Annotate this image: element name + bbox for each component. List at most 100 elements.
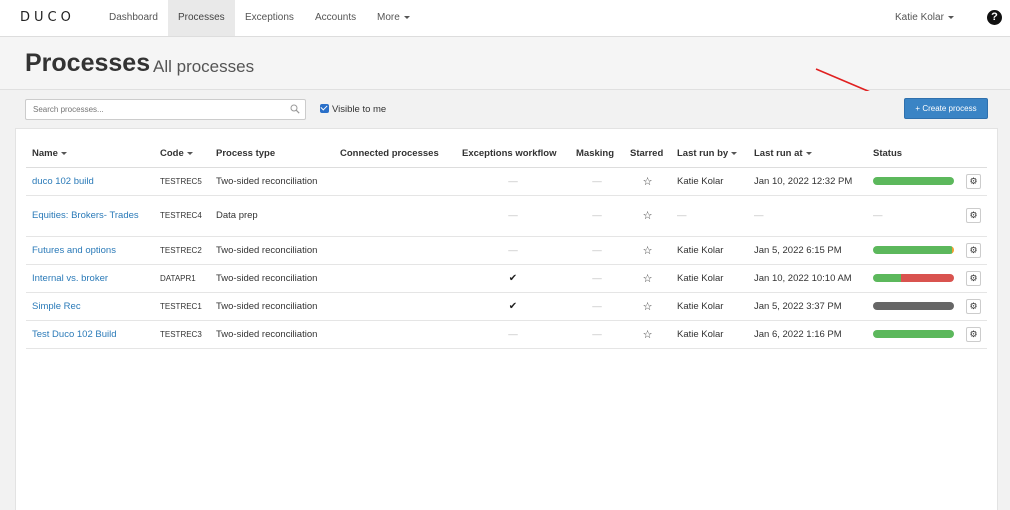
toolbar: Visible to me xyxy=(0,91,1010,128)
nav-accounts[interactable]: Accounts xyxy=(305,0,366,36)
connected-processes xyxy=(334,236,456,265)
user-menu[interactable]: Katie Kolar xyxy=(885,0,964,36)
status-bar[interactable] xyxy=(873,246,954,254)
status-bar[interactable] xyxy=(873,302,954,310)
chevron-down-icon xyxy=(403,15,410,19)
process-code: DATAPR1 xyxy=(154,264,210,293)
workflow-empty: — xyxy=(456,320,570,349)
duco-logo[interactable]: DUCO xyxy=(20,10,75,25)
col-last-run-at-label: Last run at xyxy=(754,148,803,160)
col-last-run-by-label: Last run by xyxy=(677,148,729,160)
status-cell xyxy=(867,236,960,265)
status-cell xyxy=(867,320,960,349)
status-segment xyxy=(873,302,954,310)
status-bar[interactable] xyxy=(873,274,954,282)
masking-empty: — xyxy=(570,167,624,196)
process-name-link[interactable]: Test Duco 102 Build xyxy=(32,329,117,340)
visible-to-me-toggle[interactable]: Visible to me xyxy=(320,104,386,115)
col-code-label: Code xyxy=(160,148,184,160)
process-code: TESTREC1 xyxy=(154,292,210,321)
process-type: Two-sided reconciliation xyxy=(210,264,334,293)
process-name-link[interactable]: Internal vs. broker xyxy=(32,273,108,284)
status-segment xyxy=(873,274,902,282)
nav-processes[interactable]: Processes xyxy=(168,0,235,36)
star-icon[interactable]: ☆ xyxy=(643,301,653,313)
process-name-link[interactable]: duco 102 build xyxy=(32,176,94,187)
last-run-at: Jan 10, 2022 10:10 AM xyxy=(748,264,867,293)
col-last-run-at[interactable]: Last run at xyxy=(748,141,867,168)
status-segment xyxy=(873,246,952,254)
gear-icon[interactable]: ⚙ xyxy=(966,242,981,258)
table-row[interactable]: duco 102 build TESTREC5 Two-sided reconcil… xyxy=(26,167,987,196)
process-name-link[interactable]: Simple Rec xyxy=(32,301,81,312)
nav-exceptions[interactable]: Exceptions xyxy=(235,0,304,36)
table-row[interactable]: Simple Rec TESTREC1 Two-sided reconciliati… xyxy=(26,292,987,321)
last-run-at: Jan 5, 2022 3:37 PM xyxy=(748,292,867,321)
col-code[interactable]: Code xyxy=(154,141,210,168)
process-name-link[interactable]: Equities: Brokers- Trades xyxy=(32,210,139,221)
check-icon: ✔ xyxy=(456,264,570,293)
last-run-by: Katie Kolar xyxy=(671,320,748,349)
masking-empty: — xyxy=(570,264,624,293)
star-icon[interactable]: ☆ xyxy=(643,176,653,188)
status-segment xyxy=(873,177,954,185)
last-run-at: Jan 5, 2022 6:15 PM xyxy=(748,236,867,265)
gear-icon[interactable]: ⚙ xyxy=(966,270,981,286)
search-icon[interactable] xyxy=(290,104,300,114)
connected-processes xyxy=(334,320,456,349)
masking-empty: — xyxy=(570,320,624,349)
help-icon[interactable]: ? xyxy=(987,10,1002,25)
page-subtitle: All processes xyxy=(153,57,255,76)
star-icon[interactable]: ☆ xyxy=(643,329,653,341)
process-code: TESTREC5 xyxy=(154,167,210,196)
status-bar[interactable] xyxy=(873,177,954,185)
gear-icon[interactable]: ⚙ xyxy=(966,326,981,342)
process-type: Two-sided reconciliation xyxy=(210,167,334,196)
col-name[interactable]: Name xyxy=(26,141,154,168)
last-run-at: — xyxy=(748,195,867,237)
nav-more[interactable]: More xyxy=(367,0,420,36)
col-last-run-by[interactable]: Last run by xyxy=(671,141,748,168)
sort-caret-icon xyxy=(805,152,812,156)
processes-table: Name Code Process type Connected process… xyxy=(26,141,987,349)
process-name-link[interactable]: Futures and options xyxy=(32,245,116,256)
nav-dashboard[interactable]: Dashboard xyxy=(99,0,168,36)
table-row[interactable]: Equities: Brokers- Trades TESTREC4 Data pr… xyxy=(26,195,987,237)
sort-caret-icon xyxy=(731,152,738,156)
page-title: Processes xyxy=(25,49,151,77)
process-code: TESTREC4 xyxy=(154,195,210,237)
workflow-empty: — xyxy=(456,236,570,265)
status-cell: — xyxy=(867,195,960,237)
visible-to-me-checkbox[interactable] xyxy=(320,104,329,113)
col-status: Status xyxy=(867,141,960,168)
col-starred: Starred xyxy=(624,141,671,168)
connected-processes xyxy=(334,264,456,293)
status-cell xyxy=(867,264,960,293)
table-row[interactable]: Test Duco 102 Build TESTREC3 Two-sided rec… xyxy=(26,320,987,349)
star-icon[interactable]: ☆ xyxy=(643,210,653,222)
table-row[interactable]: Internal vs. broker DATAPR1 Two-sided reco… xyxy=(26,264,987,293)
create-process-button[interactable]: + Create process xyxy=(904,98,988,119)
status-segment xyxy=(873,330,954,338)
last-run-at: Jan 10, 2022 12:32 PM xyxy=(748,167,867,196)
gear-icon[interactable]: ⚙ xyxy=(966,298,981,314)
col-connected-processes: Connected processes xyxy=(334,141,456,168)
col-masking: Masking xyxy=(570,141,624,168)
search-input[interactable] xyxy=(26,100,276,119)
gear-icon[interactable]: ⚙ xyxy=(966,173,981,189)
process-code: TESTREC2 xyxy=(154,236,210,265)
process-type: Data prep xyxy=(210,195,334,237)
last-run-by: Katie Kolar xyxy=(671,167,748,196)
last-run-by: Katie Kolar xyxy=(671,292,748,321)
table-row[interactable]: Futures and options TESTREC2 Two-sided rec… xyxy=(26,236,987,265)
gear-icon[interactable]: ⚙ xyxy=(966,208,981,223)
status-bar[interactable] xyxy=(873,330,954,338)
last-run-by: Katie Kolar xyxy=(671,264,748,293)
star-icon[interactable]: ☆ xyxy=(643,245,653,257)
top-navbar: DUCO Dashboard Processes Exceptions Acco… xyxy=(0,0,1010,37)
nav-more-label: More xyxy=(377,12,400,23)
col-process-type: Process type xyxy=(210,141,334,168)
col-exceptions-workflow: Exceptions workflow xyxy=(456,141,570,168)
star-icon[interactable]: ☆ xyxy=(643,273,653,285)
search-box xyxy=(25,99,306,120)
